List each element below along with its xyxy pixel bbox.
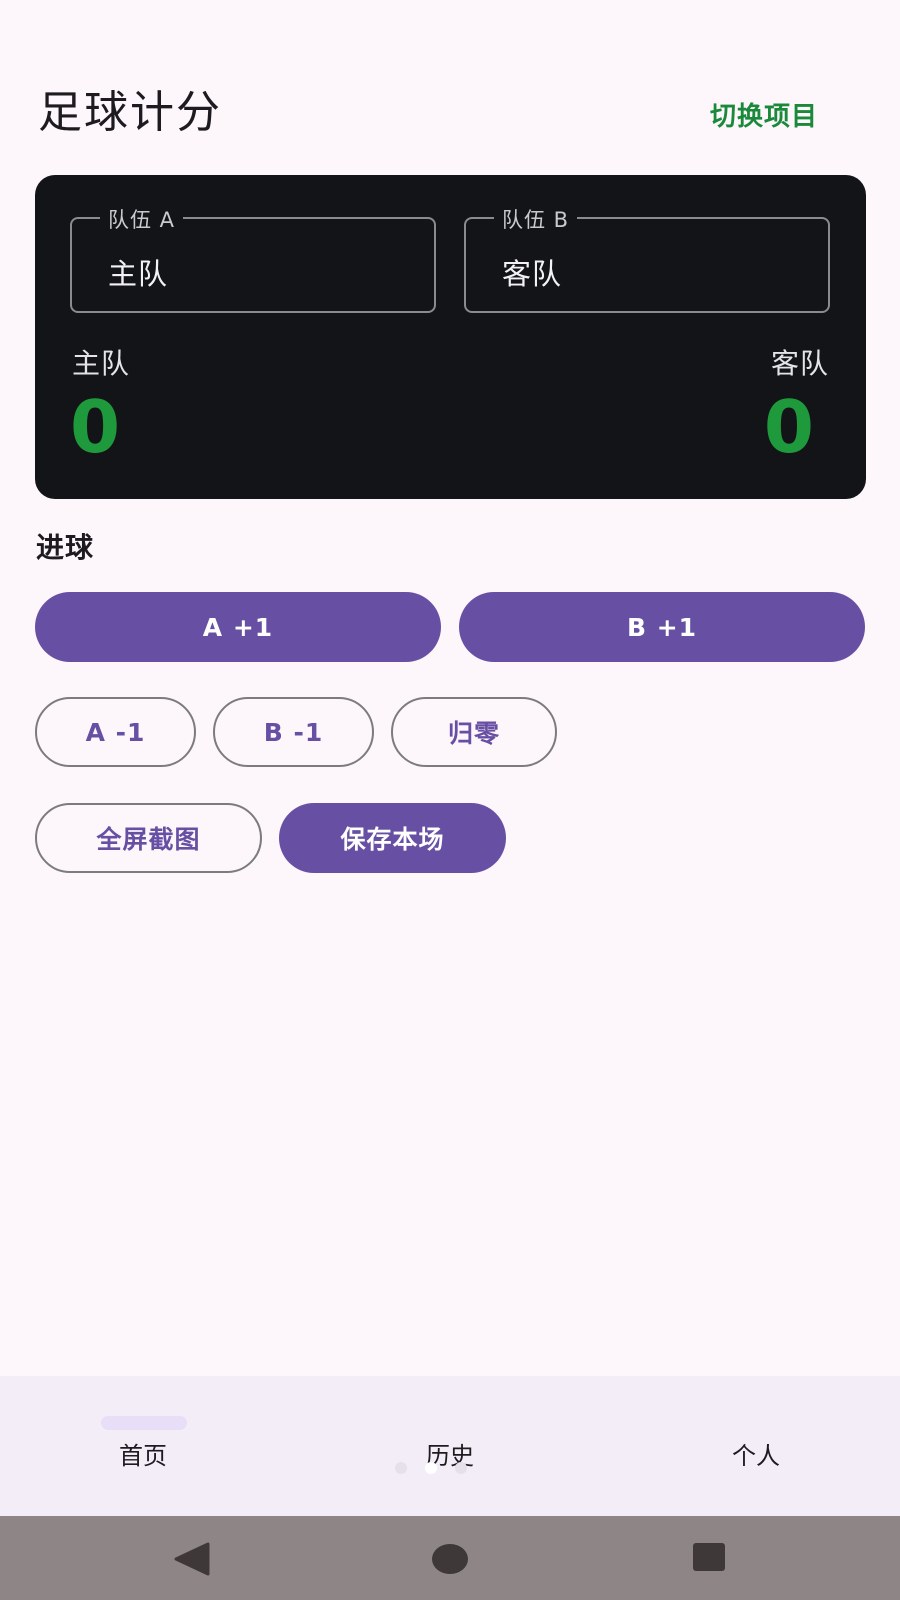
nav-active-indicator [101, 1416, 187, 1430]
recents-icon[interactable] [692, 1542, 726, 1572]
team-b-score: 0 [763, 385, 814, 469]
page-indicator-dots [395, 1462, 467, 1474]
nav-item-profile-label: 个人 [732, 1442, 780, 1470]
team-b-plus-button[interactable]: B +1 [459, 592, 865, 662]
page-dot [395, 1462, 407, 1474]
scoreboard-card: 队伍 A 主队 队伍 B 客队 主队 客队 0 0 [35, 175, 866, 499]
nav-item-home[interactable]: 首页 [0, 1376, 300, 1516]
team-a-minus-button[interactable]: A -1 [35, 697, 196, 767]
save-match-button[interactable]: 保存本场 [279, 803, 506, 873]
page-dot [455, 1462, 467, 1474]
status-bar [0, 0, 900, 44]
goals-section-label: 进球 [36, 531, 95, 564]
nav-item-profile[interactable]: 个人 [600, 1376, 900, 1516]
screen: 足球计分 切换项目 队伍 A 主队 队伍 B 客队 主队 客队 0 0 进球 A… [0, 0, 900, 1600]
page-title: 足球计分 [38, 87, 222, 138]
system-navigation-bar [0, 1516, 900, 1600]
switch-sport-button[interactable]: 切换项目 [710, 96, 818, 133]
team-a-name: 主队 [72, 347, 131, 380]
team-a-field-label: 队伍 A [100, 204, 184, 234]
team-b-name: 客队 [770, 347, 829, 380]
bottom-navigation: 首页 历史 个人 [0, 1376, 900, 1516]
team-b-minus-button[interactable]: B -1 [213, 697, 374, 767]
team-a-score: 0 [70, 385, 121, 469]
team-b-field-label: 队伍 B [494, 204, 578, 234]
team-a-field-value: 主队 [108, 257, 169, 291]
reset-button[interactable]: 归零 [391, 697, 557, 767]
team-b-name-field[interactable]: 队伍 B 客队 [464, 204, 830, 313]
home-icon[interactable] [431, 1542, 469, 1576]
back-icon[interactable] [172, 1542, 210, 1576]
team-b-field-value: 客队 [502, 257, 563, 291]
nav-item-history[interactable]: 历史 [300, 1376, 600, 1516]
page-dot-active [425, 1462, 437, 1474]
nav-item-home-label: 首页 [119, 1442, 167, 1470]
team-a-plus-button[interactable]: A +1 [35, 592, 441, 662]
fullscreen-screenshot-button[interactable]: 全屏截图 [35, 803, 262, 873]
team-a-name-field[interactable]: 队伍 A 主队 [70, 204, 436, 313]
